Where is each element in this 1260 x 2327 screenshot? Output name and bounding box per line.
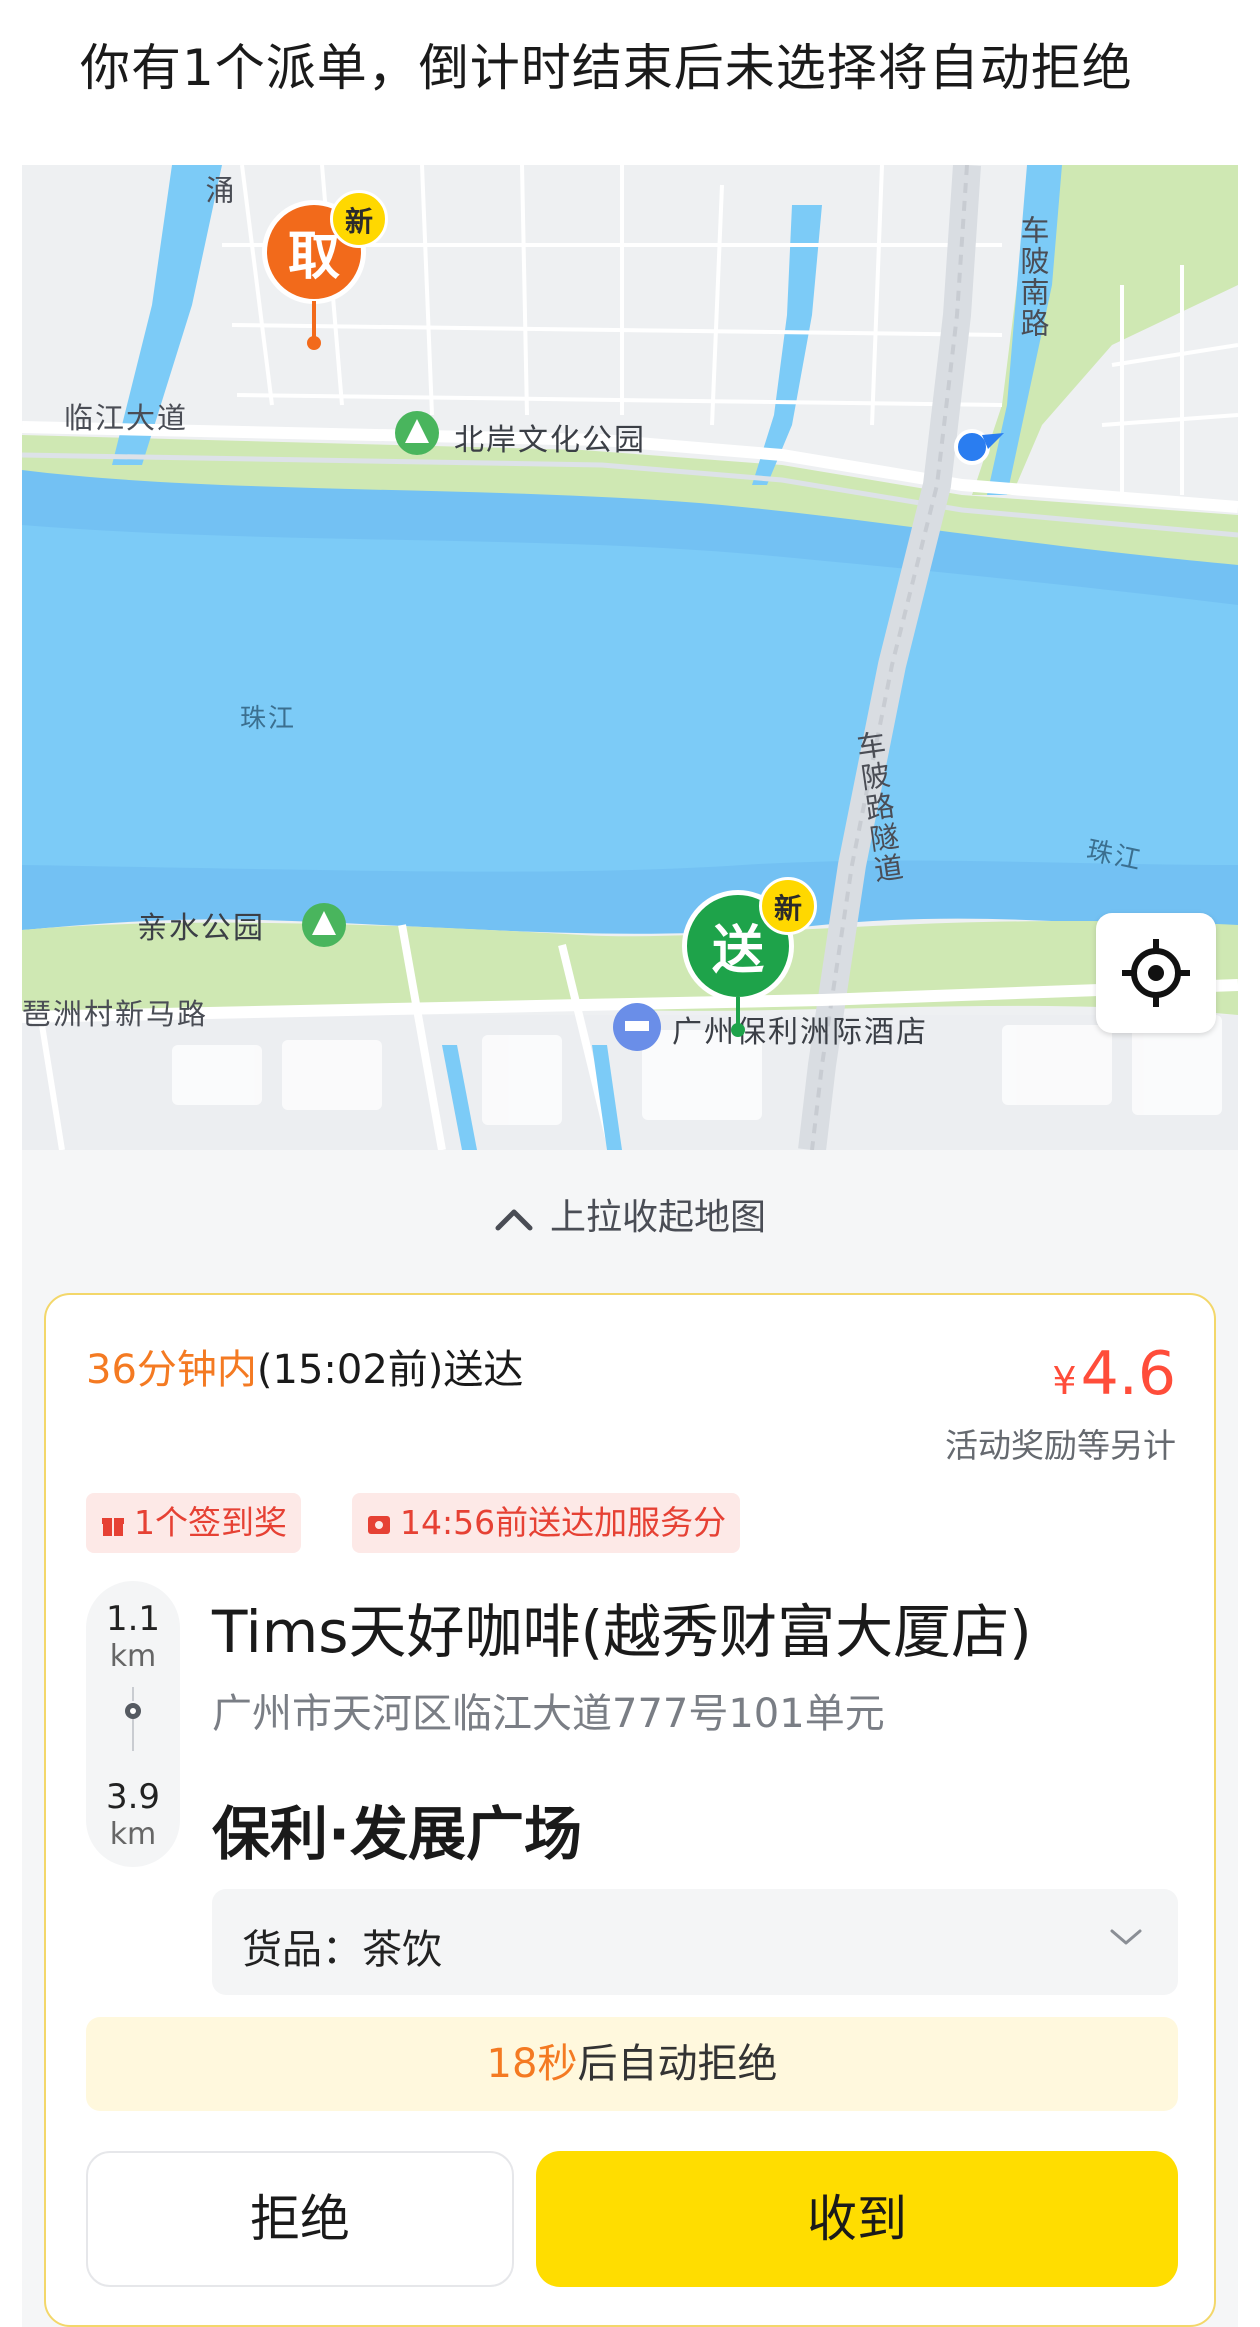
pickup-pin-stem xyxy=(312,301,316,341)
price-value: 4.6 xyxy=(1080,1339,1176,1409)
map-label-north-park: 北岸文化公园 xyxy=(454,423,646,458)
dropoff-new-badge: 新 xyxy=(759,877,817,935)
checkin-reward-text: 1个签到奖 xyxy=(134,1503,287,1542)
pickup-pin-dot xyxy=(307,336,321,350)
delivery-deadline: 36分钟内(15:02前)送达 xyxy=(86,1337,523,1395)
dispatch-notice-text: 你有1个派单，倒计时结束后未选择将自动拒绝 xyxy=(80,39,1133,97)
order-card: 36分钟内(15:02前)送达 ¥4.6 活动奖励等另计 1个签到奖 14:56… xyxy=(44,1293,1216,2327)
auto-reject-countdown: 18秒后自动拒绝 xyxy=(86,2017,1178,2111)
price-note: 活动奖励等另计 xyxy=(945,1426,1176,1465)
locate-button[interactable] xyxy=(1096,913,1216,1033)
map-label-zhujiang: 珠江 xyxy=(240,704,297,734)
accept-button[interactable]: 收到 xyxy=(536,2151,1178,2287)
app-screen: 你有1个派单，倒计时结束后未选择将自动拒绝 涌 临江大道 北岸文化公园 车陂南路… xyxy=(0,0,1260,2327)
service-score-text: 14:56前送达加服务分 xyxy=(400,1503,727,1542)
countdown-text: 后自动拒绝 xyxy=(577,2041,778,2087)
order-price: ¥4.6 xyxy=(1052,1339,1176,1409)
pickup-distance-value: 1.1 xyxy=(105,1599,161,1639)
price-symbol: ¥ xyxy=(1052,1359,1077,1403)
collapse-map-label: 上拉收起地图 xyxy=(549,1197,766,1238)
reject-button[interactable]: 拒绝 xyxy=(86,2151,514,2287)
chevron-down-icon xyxy=(1110,1929,1142,1945)
locate-crosshair-icon xyxy=(1122,939,1190,1007)
ticket-icon xyxy=(368,1515,390,1534)
map-label-pazhou-road: 琶洲村新马路 xyxy=(22,997,209,1031)
dropoff-distance-unit: km xyxy=(109,1817,157,1852)
map-label-chepo-south-road: 车陂南路 xyxy=(1016,215,1050,339)
delivery-time-rest: (15:02前)送达 xyxy=(256,1347,524,1393)
map-label-linjiang-road: 临江大道 xyxy=(64,401,189,435)
dropoff-pin-dot xyxy=(731,1023,745,1037)
map-label-qinshui-park: 亲水公园 xyxy=(137,911,265,946)
map-label-chong: 涌 xyxy=(201,175,235,206)
dispatch-notice: 你有1个派单，倒计时结束后未选择将自动拒绝 xyxy=(22,0,1238,165)
goods-dropdown[interactable]: 货品：茶饮 xyxy=(212,1889,1178,1995)
distance-indicator: 1.1 km 3.9 km xyxy=(86,1581,180,1867)
goods-label: 货品：茶饮 xyxy=(242,1927,442,1973)
pickup-shop-name: Tims天好咖啡(越秀财富大厦店) xyxy=(212,1598,1032,1666)
route-pin-icon xyxy=(125,1687,141,1751)
pickup-shop-address: 广州市天河区临江大道777号101单元 xyxy=(212,1691,885,1737)
checkin-reward-tag: 1个签到奖 xyxy=(86,1493,301,1553)
gift-icon xyxy=(102,1517,124,1536)
countdown-seconds: 18秒 xyxy=(486,2041,578,2087)
pickup-distance-unit: km xyxy=(109,1639,157,1674)
collapse-map-bar[interactable]: 上拉收起地图 xyxy=(22,1150,1238,1272)
dropoff-destination: 保利·发展广场 xyxy=(212,1800,583,1868)
chevron-up-icon xyxy=(495,1209,533,1231)
dropoff-distance-value: 3.9 xyxy=(105,1777,161,1817)
delivery-time-highlight: 36分钟内 xyxy=(86,1347,257,1393)
service-score-tag: 14:56前送达加服务分 xyxy=(352,1493,741,1553)
map-label-hotel: 广州保利洲际酒店 xyxy=(672,1015,928,1050)
pickup-new-badge: 新 xyxy=(330,190,388,248)
order-map[interactable]: 涌 临江大道 北岸文化公园 车陂南路 珠江 珠江 车陂路隧道 亲水公园 琶洲村新… xyxy=(22,165,1238,1150)
